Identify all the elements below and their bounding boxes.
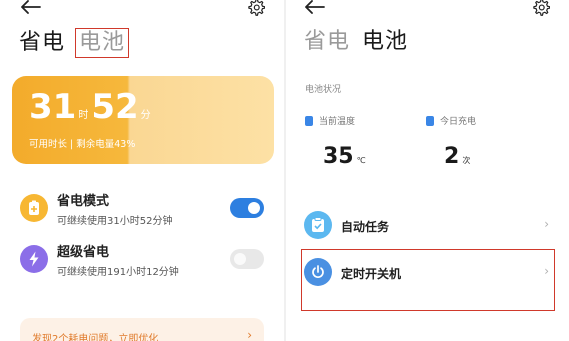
battery-status-heading: 电池状况 <box>305 85 342 95</box>
charge-count-stat: 今日充电 2 次 <box>426 114 476 169</box>
charge-count-label: 今日充电 <box>440 117 477 127</box>
ultra-power-saving-row: 超级省电 可继续使用191小时12分钟 <box>20 241 270 285</box>
minutes-unit: 分 <box>140 110 151 121</box>
ultra-power-saving-title: 超级省电 <box>57 245 110 260</box>
power-saving-mode-toggle[interactable] <box>230 198 264 218</box>
battery-time-card: 31 时 52 分 可用时长 | 剩余电量43% <box>12 76 274 164</box>
gear-icon[interactable] <box>532 0 550 16</box>
hours-value: 31 <box>29 87 77 127</box>
back-arrow-icon[interactable] <box>21 0 41 14</box>
charge-count-unit: 次 <box>462 156 471 165</box>
remaining-time: 31 时 52 分 <box>29 86 154 128</box>
power-saving-mode-title: 省电模式 <box>57 194 110 209</box>
auto-task-label: 自动任务 <box>341 220 390 234</box>
power-icon <box>304 258 332 286</box>
hours-unit: 时 <box>78 110 89 121</box>
minutes-value: 52 <box>91 87 139 127</box>
battery-screen: 省电 电池 电池状况 当前温度 35 ℃ 今日充电 2 次 自动任务 › 定时开… <box>286 0 569 341</box>
battery-plus-icon <box>20 194 48 222</box>
scheduled-power-label: 定时开关机 <box>341 267 402 281</box>
tab-power-saving[interactable]: 省电 <box>304 28 350 56</box>
battery-icon <box>426 115 434 126</box>
chevron-right-icon: › <box>544 264 549 278</box>
temperature-label: 当前温度 <box>319 117 356 127</box>
auto-task-item[interactable]: 自动任务 › <box>301 204 567 250</box>
ultra-power-saving-subtitle: 可继续使用191小时12分钟 <box>57 267 179 278</box>
tab-battery[interactable]: 电池 <box>362 28 408 56</box>
thermometer-icon <box>305 115 313 126</box>
remaining-subtitle: 可用时长 | 剩余电量43% <box>29 139 136 150</box>
ultra-power-saving-toggle[interactable] <box>230 249 264 269</box>
tab-power-saving[interactable]: 省电 <box>19 29 65 57</box>
optimize-banner-text: 发现2个耗电问题，立即优化 <box>32 334 159 341</box>
power-saving-mode-subtitle: 可继续使用31小时52分钟 <box>57 216 173 227</box>
temperature-unit: ℃ <box>356 156 366 165</box>
scheduled-power-item[interactable]: 定时开关机 › <box>301 251 567 297</box>
power-saving-screen: 省电 电池 31 时 52 分 可用时长 | 剩余电量43% 省电模式 可继续使… <box>0 0 284 341</box>
tab-bar: 省电 电池 <box>19 28 130 58</box>
power-saving-mode-row: 省电模式 可继续使用31小时52分钟 <box>20 190 270 234</box>
temperature-value: 35 <box>323 144 354 169</box>
chevron-right-icon: › <box>544 217 549 231</box>
lightning-icon <box>20 245 48 273</box>
temperature-stat: 当前温度 35 ℃ <box>305 114 366 169</box>
tab-bar: 省电 电池 <box>304 28 408 56</box>
back-arrow-icon[interactable] <box>305 0 325 14</box>
chevron-right-icon: › <box>247 328 252 341</box>
task-check-icon <box>304 211 332 239</box>
tab-battery[interactable]: 电池 <box>75 28 130 58</box>
charge-count-value: 2 <box>444 144 460 169</box>
optimize-banner[interactable]: 发现2个耗电问题，立即优化 › <box>20 318 264 341</box>
gear-icon[interactable] <box>247 0 265 16</box>
